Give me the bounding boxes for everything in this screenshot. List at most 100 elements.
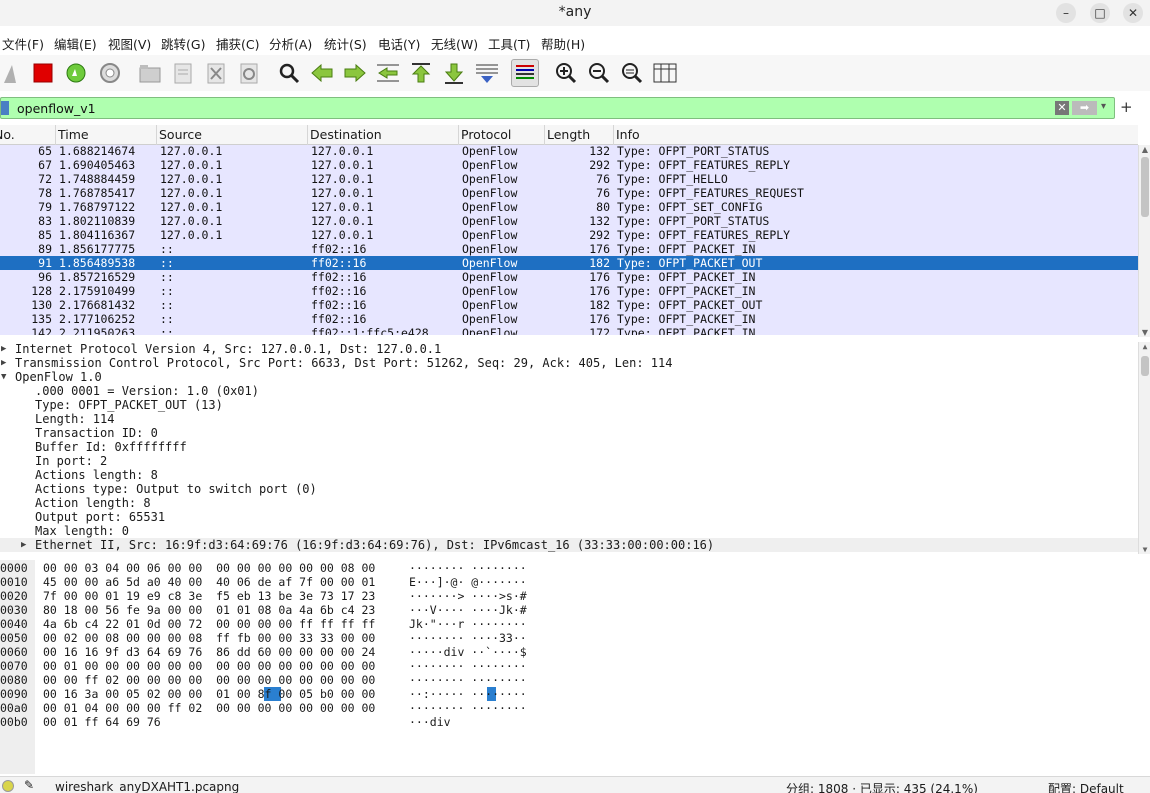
go-back-icon[interactable] xyxy=(308,59,336,87)
hex-row[interactable]: 0030 80 18 00 56 fe 9a 00 00 01 01 08 0a … xyxy=(0,603,1150,617)
display-filter[interactable]: openflow_v1 ✕ ➡ ▾ xyxy=(0,97,1115,119)
detail-line[interactable]: Buffer Id: 0xffffffff xyxy=(0,440,1138,454)
shark-fin-icon[interactable] xyxy=(0,59,28,87)
menu-statistics[interactable]: 统计(S) xyxy=(324,34,367,53)
menu-view[interactable]: 视图(V) xyxy=(108,34,151,53)
detail-line[interactable]: Transaction ID: 0 xyxy=(0,426,1138,440)
col-time[interactable]: Time xyxy=(56,125,157,145)
col-protocol[interactable]: Protocol xyxy=(459,125,545,145)
menu-telephony[interactable]: 电话(Y) xyxy=(378,34,420,53)
normal-size-icon[interactable] xyxy=(618,59,646,87)
restart-capture-icon[interactable] xyxy=(62,59,90,87)
scroll-thumb[interactable] xyxy=(1141,157,1149,217)
table-row[interactable]: 83 1.802110839 127.0.0.1 127.0.0.1 OpenFlow 1… xyxy=(0,214,1138,228)
hex-row[interactable]: 0060 00 16 16 9f d3 64 69 76 86 dd 60 00 … xyxy=(0,645,1150,659)
table-row[interactable]: 130 2.176681432:: ff02::16 OpenFlow 182 Type:… xyxy=(0,298,1138,312)
table-row[interactable]: 89 1.856177775:: ff02::16 OpenFlow 176 Type: … xyxy=(0,242,1138,256)
detail-line[interactable]: Type: OFPT_PACKET_OUT (13) xyxy=(0,398,1138,412)
collapsed-arrow-icon[interactable]: ▶ xyxy=(1,356,6,370)
detail-line[interactable]: Actions type: Output to switch port (0) xyxy=(0,482,1138,496)
last-packet-icon[interactable] xyxy=(440,59,468,87)
detail-line[interactable]: Output port: 65531 xyxy=(0,510,1138,524)
hex-row[interactable]: 0050 00 02 00 08 00 00 00 08 ff fb 00 00 … xyxy=(0,631,1150,645)
menu-edit[interactable]: 编辑(E) xyxy=(54,34,97,53)
find-packet-icon[interactable] xyxy=(275,59,303,87)
hex-row[interactable]: 0040 4a 6b c4 22 01 0d 00 72 00 00 00 00 … xyxy=(0,617,1150,631)
resize-columns-icon[interactable] xyxy=(651,59,679,87)
table-row[interactable]: 91 1.856489538:: ff02::16 OpenFlow 182 Type: … xyxy=(0,256,1138,270)
scroll-up-icon[interactable]: ▲ xyxy=(1140,145,1150,154)
details-scrollbar[interactable]: ▲ ▼ xyxy=(1138,342,1150,554)
minimize-icon[interactable]: – xyxy=(1056,3,1076,23)
go-to-packet-icon[interactable] xyxy=(374,59,402,87)
menu-analyze[interactable]: 分析(A) xyxy=(269,34,312,53)
detail-line[interactable]: In port: 2 xyxy=(0,454,1138,468)
table-row[interactable]: 135 2.177106252:: ff02::16 OpenFlow 176 Type:… xyxy=(0,312,1138,326)
table-row[interactable]: 72 1.748884459 127.0.0.1 127.0.0.1 OpenFlow 7… xyxy=(0,172,1138,186)
capture-options-icon[interactable] xyxy=(96,59,124,87)
open-file-icon[interactable] xyxy=(136,59,164,87)
scroll-thumb[interactable] xyxy=(1141,356,1149,376)
filter-input[interactable]: openflow_v1 xyxy=(17,101,96,116)
table-row[interactable]: 128 2.175910499:: ff02::16 OpenFlow 176 Type:… xyxy=(0,284,1138,298)
filter-history-icon[interactable]: ▾ xyxy=(1101,101,1106,112)
stop-capture-icon[interactable] xyxy=(29,59,57,87)
detail-line[interactable]: ▼ OpenFlow 1.0 xyxy=(0,370,1138,384)
bookmark-icon[interactable] xyxy=(1,101,9,115)
menu-file[interactable]: 文件(F) xyxy=(2,34,44,53)
detail-line[interactable]: ▶ Ethernet II, Src: 16:9f:d3:64:69:76 (16… xyxy=(0,538,1138,552)
profile-label[interactable]: 配置: Default xyxy=(1048,780,1124,793)
first-packet-icon[interactable] xyxy=(407,59,435,87)
clear-filter-icon[interactable]: ✕ xyxy=(1055,101,1069,115)
zoom-in-icon[interactable] xyxy=(552,59,580,87)
col-no[interactable]: No. xyxy=(0,125,56,145)
reload-file-icon[interactable] xyxy=(235,59,263,87)
collapsed-arrow-icon[interactable]: ▶ xyxy=(21,538,26,552)
collapsed-arrow-icon[interactable]: ▶ xyxy=(1,342,6,356)
scroll-down-icon[interactable]: ▼ xyxy=(1140,328,1150,337)
detail-line[interactable]: Length: 114 xyxy=(0,412,1138,426)
edit-comment-icon[interactable]: ✎ xyxy=(24,778,34,792)
hex-row[interactable]: 00a0 00 01 04 00 00 00 ff 02 00 00 00 00 … xyxy=(0,701,1150,715)
apply-filter-icon[interactable]: ➡ xyxy=(1072,101,1097,115)
maximize-icon[interactable]: □ xyxy=(1090,3,1110,23)
hex-row[interactable]: 0080 00 00 ff 02 00 00 00 00 00 00 00 00 … xyxy=(0,673,1150,687)
menu-wireless[interactable]: 无线(W) xyxy=(431,34,478,53)
col-info[interactable]: Info xyxy=(614,125,1138,145)
status-indicator-icon[interactable] xyxy=(2,780,14,792)
detail-line[interactable]: Action length: 8 xyxy=(0,496,1138,510)
detail-line[interactable]: Actions length: 8 xyxy=(0,468,1138,482)
table-row[interactable]: 79 1.768797122 127.0.0.1 127.0.0.1 OpenFlow 8… xyxy=(0,200,1138,214)
detail-line[interactable]: Max length: 0 xyxy=(0,524,1138,538)
col-length[interactable]: Length xyxy=(545,125,614,145)
table-row[interactable]: 67 1.690405463 127.0.0.1 127.0.0.1 OpenFlow 2… xyxy=(0,158,1138,172)
hex-row[interactable]: 0000 00 00 03 04 00 06 00 00 00 00 00 00 … xyxy=(0,561,1150,575)
menu-help[interactable]: 帮助(H) xyxy=(541,34,585,53)
table-row[interactable]: 78 1.768785417 127.0.0.1 127.0.0.1 OpenFlow 7… xyxy=(0,186,1138,200)
detail-line[interactable]: ▶ Transmission Control Protocol, Src Port… xyxy=(0,356,1138,370)
hex-row[interactable]: 0020 7f 00 00 01 19 e9 c8 3e f5 eb 13 be … xyxy=(0,589,1150,603)
col-destination[interactable]: Destination xyxy=(308,125,459,145)
table-row[interactable]: 142 2.211950263:: ff02::1:ffc5:e428 OpenFlo… xyxy=(0,326,1138,335)
table-row[interactable]: 85 1.804116367 127.0.0.1 127.0.0.1 OpenFlow 2… xyxy=(0,228,1138,242)
expanded-arrow-icon[interactable]: ▼ xyxy=(1,370,6,384)
save-file-icon[interactable] xyxy=(169,59,197,87)
hex-row[interactable]: 0070 00 01 00 00 00 00 00 00 00 00 00 00 … xyxy=(0,659,1150,673)
hex-row[interactable]: 00b0 00 01 ff 64 69 76 ···div xyxy=(0,715,1150,729)
scroll-down-icon[interactable]: ▼ xyxy=(1140,545,1150,554)
col-source[interactable]: Source xyxy=(157,125,308,145)
go-forward-icon[interactable] xyxy=(341,59,369,87)
close-icon[interactable]: ✕ xyxy=(1123,3,1143,23)
colorize-icon[interactable] xyxy=(511,59,539,87)
hex-row[interactable]: 0010 45 00 00 a6 5d a0 40 00 40 06 de af … xyxy=(0,575,1150,589)
packet-list-scrollbar[interactable]: ▲ ▼ xyxy=(1138,145,1150,337)
detail-line[interactable]: .000 0001 = Version: 1.0 (0x01) xyxy=(0,384,1138,398)
close-file-icon[interactable] xyxy=(202,59,230,87)
table-row[interactable]: 65 1.688214674 127.0.0.1 127.0.0.1 OpenFlow 1… xyxy=(0,145,1138,158)
table-row[interactable]: 96 1.857216529:: ff02::16 OpenFlow 176 Type: … xyxy=(0,270,1138,284)
menu-tools[interactable]: 工具(T) xyxy=(488,34,530,53)
zoom-out-icon[interactable] xyxy=(585,59,613,87)
detail-line[interactable]: ▶ Internet Protocol Version 4, Src: 127.0… xyxy=(0,342,1138,356)
autoscroll-icon[interactable] xyxy=(473,59,501,87)
hex-row[interactable]: 0090 00 16 3a 00 05 02 00 00 01 00 8f 00 … xyxy=(0,687,1150,701)
